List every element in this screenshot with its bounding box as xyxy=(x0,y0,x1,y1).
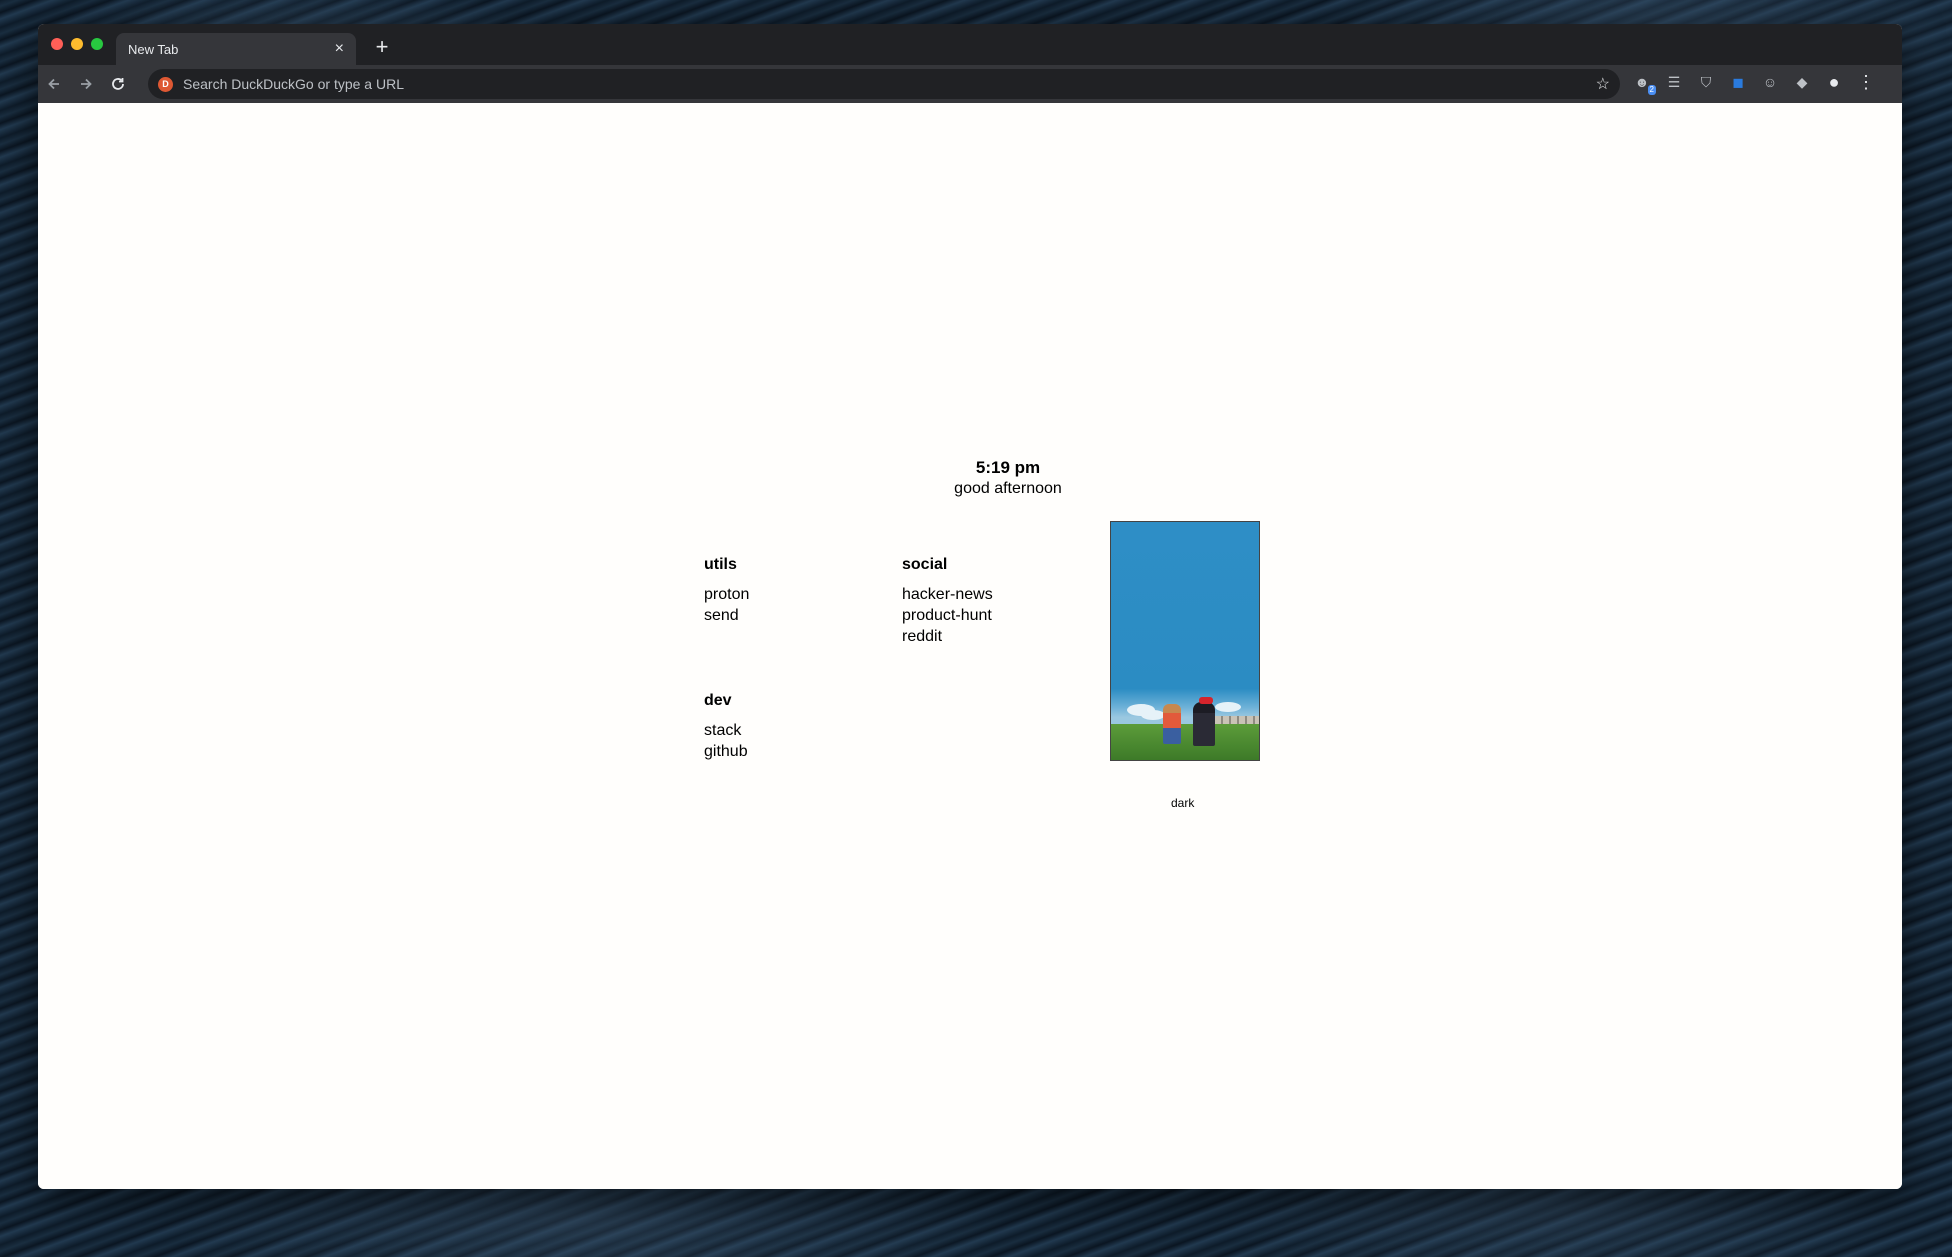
extension-shield-icon[interactable]: ⛉ xyxy=(1695,71,1717,93)
maximize-window-button[interactable] xyxy=(91,38,103,50)
title-bar: New Tab × + xyxy=(38,24,1902,65)
tab-title: New Tab xyxy=(128,41,179,57)
extension-ghost-icon[interactable]: ☻ 2 xyxy=(1631,71,1656,95)
link-product-hunt[interactable]: product-hunt xyxy=(902,605,993,626)
tab-new-tab[interactable]: New Tab × xyxy=(116,33,356,65)
address-input[interactable] xyxy=(181,75,1596,93)
address-bar[interactable]: D ☆ xyxy=(148,69,1620,99)
clock-time: 5:19 pm xyxy=(975,458,1041,477)
browser-menu-icon[interactable]: ⋮ xyxy=(1855,71,1877,93)
close-window-button[interactable] xyxy=(51,38,63,50)
link-reddit[interactable]: reddit xyxy=(902,626,993,647)
group-title: utils xyxy=(704,556,737,573)
duckduckgo-icon: D xyxy=(158,76,173,92)
group-title: social xyxy=(902,556,948,573)
forward-button[interactable] xyxy=(70,68,102,100)
bookmark-star-icon[interactable]: ☆ xyxy=(1596,74,1610,94)
link-send[interactable]: send xyxy=(704,605,749,626)
group-title: dev xyxy=(704,692,732,709)
profile-avatar-icon[interactable]: ● xyxy=(1823,71,1845,93)
link-github[interactable]: github xyxy=(704,741,748,762)
greeting-text: good afternoon xyxy=(954,480,1062,497)
new-tab-button[interactable]: + xyxy=(368,33,396,61)
forward-arrow-icon xyxy=(81,78,92,90)
link-group-social: social hacker-news product-hunt reddit xyxy=(902,556,993,647)
browser-window: New Tab × + D ☆ ☻2 ☰ ⛉ ◼ ☺ ◆ ● ⋮ xyxy=(38,24,1902,1189)
link-proton[interactable]: proton xyxy=(704,584,749,605)
theme-toggle-button[interactable]: dark xyxy=(1171,796,1194,810)
new-tab-page: 5:19 pm good afternoon utils proton send… xyxy=(38,103,1902,1189)
anime-artwork-image xyxy=(1110,521,1260,761)
minimize-window-button[interactable] xyxy=(71,38,83,50)
link-hacker-news[interactable]: hacker-news xyxy=(902,584,993,605)
link-stack[interactable]: stack xyxy=(704,720,748,741)
extension-stack-icon[interactable]: ☰ xyxy=(1663,71,1685,93)
reload-icon xyxy=(112,78,124,90)
link-group-dev: dev stack github xyxy=(704,692,748,762)
extension-diamond-icon[interactable]: ◆ xyxy=(1791,71,1813,93)
back-arrow-icon xyxy=(48,78,59,90)
link-group-utils: utils proton send xyxy=(704,556,749,626)
bitwarden-shield-icon[interactable]: ◼ xyxy=(1727,71,1749,93)
browser-toolbar: D ☆ ☻2 ☰ ⛉ ◼ ☺ ◆ ● ⋮ xyxy=(38,65,1902,103)
extensions-bar: ☻ 2 ☰ ⛉ ◼ ☺ ◆ ● ⋮ xyxy=(1631,71,1877,95)
tab-close-icon[interactable]: × xyxy=(335,41,344,57)
reload-button[interactable] xyxy=(102,68,134,100)
back-button[interactable] xyxy=(38,68,70,100)
extension-octocat-icon[interactable]: ☺ xyxy=(1759,71,1781,93)
clock-widget: 5:19 pm good afternoon xyxy=(908,458,1108,498)
extension-badge: 2 xyxy=(1647,85,1656,95)
